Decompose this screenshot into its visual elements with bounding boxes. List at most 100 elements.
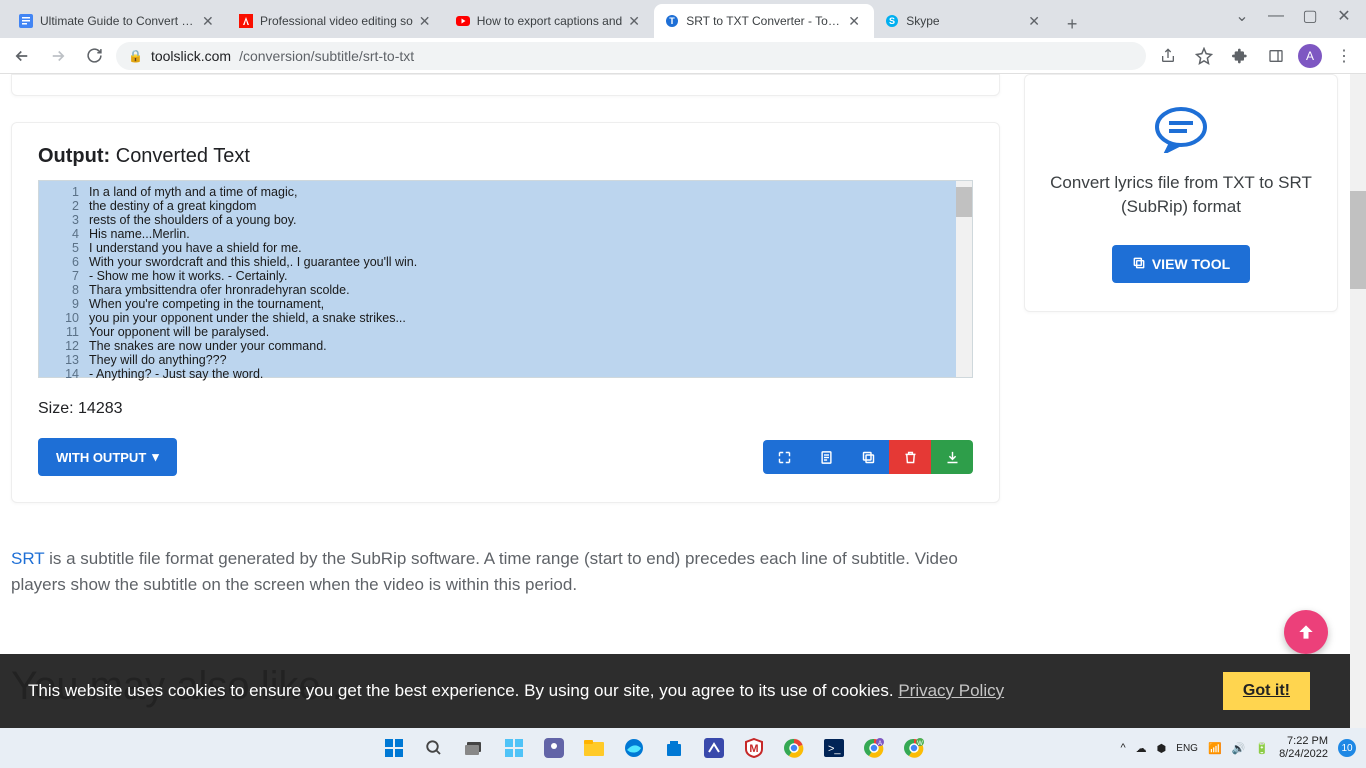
language-icon[interactable]: ENG (1176, 743, 1198, 754)
tab-title: Skype (906, 14, 1022, 28)
taskbar-apps: M >_ A W (380, 734, 928, 762)
omnibox[interactable]: 🔒 toolslick.com/conversion/subtitle/srt-… (116, 42, 1146, 70)
chat-icon (1153, 105, 1209, 153)
adobe-favicon-icon (238, 13, 254, 29)
new-tab-button[interactable]: + (1058, 10, 1086, 38)
wifi-icon[interactable]: 📶 (1208, 742, 1222, 755)
extensions-icon[interactable] (1226, 42, 1254, 70)
input-card-bottom (11, 74, 1000, 96)
delete-button[interactable] (889, 440, 931, 474)
size-label: Size: (38, 400, 78, 417)
tab-adobe[interactable]: Professional video editing so ✕ (228, 4, 445, 38)
close-icon[interactable]: ✕ (848, 13, 864, 29)
close-window-icon[interactable]: ✕ (1336, 8, 1352, 24)
taskbar: M >_ A W ^ ☁ ⬢ ENG 📶 🔊 🔋 7:22 PM 8/24/20… (0, 728, 1366, 768)
forward-button[interactable] (44, 42, 72, 70)
srt-link[interactable]: SRT (11, 549, 44, 568)
page-scroll-thumb[interactable] (1350, 191, 1366, 289)
share-icon[interactable] (1154, 42, 1182, 70)
related-tool-card: Convert lyrics file from TXT to SRT (Sub… (1024, 74, 1338, 312)
chrome2-icon[interactable]: A (860, 734, 888, 762)
cookie-text: This website uses cookies to ensure you … (28, 681, 1004, 701)
editor-scrollbar[interactable] (956, 181, 972, 377)
tab-youtube[interactable]: How to export captions and ✕ (445, 4, 654, 38)
with-output-label: WITH OUTPUT (56, 450, 146, 465)
address-bar: 🔒 toolslick.com/conversion/subtitle/srt-… (0, 38, 1366, 74)
tab-toolslick[interactable]: T SRT to TXT Converter - Tool S ✕ (654, 4, 874, 38)
output-action-buttons (763, 440, 973, 474)
close-icon[interactable]: ✕ (419, 13, 435, 29)
with-output-button[interactable]: WITH OUTPUT ▾ (38, 438, 177, 476)
profile-avatar[interactable]: A (1298, 44, 1322, 68)
security-icon[interactable]: ⬢ (1157, 742, 1167, 755)
url-host: toolslick.com (151, 48, 231, 64)
tab-skype[interactable]: S Skype ✕ (874, 4, 1054, 38)
bookmark-icon[interactable] (1190, 42, 1218, 70)
related-tool-text: Convert lyrics file from TXT to SRT (Sub… (1049, 171, 1313, 219)
tab-strip: Ultimate Guide to Convert SR ✕ Professio… (0, 0, 1366, 38)
sidebar: Convert lyrics file from TXT to SRT (Sub… (1024, 74, 1338, 312)
editor-scroll-thumb[interactable] (956, 187, 972, 217)
menu-icon[interactable]: ⋮ (1330, 42, 1358, 70)
chrome3-icon[interactable]: W (900, 734, 928, 762)
copy-button[interactable] (847, 440, 889, 474)
description-text: SRT is a subtitle file format generated … (11, 546, 981, 598)
output-editor[interactable]: 1234567891011121314 In a land of myth an… (38, 180, 973, 378)
edge-icon[interactable] (620, 734, 648, 762)
tab-title: SRT to TXT Converter - Tool S (686, 14, 842, 28)
maximize-icon[interactable]: ▢ (1302, 8, 1318, 24)
tab-docs[interactable]: Ultimate Guide to Convert SR ✕ (8, 4, 228, 38)
battery-icon[interactable]: 🔋 (1255, 742, 1269, 755)
start-icon[interactable] (380, 734, 408, 762)
sidepanel-icon[interactable] (1262, 42, 1290, 70)
back-button[interactable] (8, 42, 36, 70)
explorer-icon[interactable] (580, 734, 608, 762)
teams-icon[interactable] (540, 734, 568, 762)
clock[interactable]: 7:22 PM 8/24/2022 (1279, 735, 1328, 761)
copy-icon (1132, 256, 1146, 273)
taskview-icon[interactable] (460, 734, 488, 762)
reload-button[interactable] (80, 42, 108, 70)
close-icon[interactable]: ✕ (628, 13, 644, 29)
view-tool-button[interactable]: VIEW TOOL (1112, 245, 1250, 283)
skype-favicon-icon: S (884, 13, 900, 29)
url-path: /conversion/subtitle/srt-to-txt (239, 48, 414, 64)
search-icon[interactable] (420, 734, 448, 762)
toolslick-favicon-icon: T (664, 13, 680, 29)
output-heading-rest: Converted Text (110, 145, 250, 167)
svg-text:W: W (917, 741, 923, 747)
widgets-icon[interactable] (500, 734, 528, 762)
app1-icon[interactable] (700, 734, 728, 762)
mcafee-icon[interactable]: M (740, 734, 768, 762)
volume-icon[interactable]: 🔊 (1232, 742, 1246, 755)
notification-badge[interactable]: 10 (1338, 739, 1356, 757)
scroll-top-button[interactable] (1284, 610, 1328, 654)
tab-title: Professional video editing so (260, 14, 413, 28)
close-icon[interactable]: ✕ (202, 13, 218, 29)
download-button[interactable] (931, 440, 973, 474)
editor-code[interactable]: In a land of myth and a time of magic, t… (89, 181, 972, 377)
size-row: Size: 14283 (38, 400, 973, 418)
chrome1-icon[interactable] (780, 734, 808, 762)
chevron-down-icon[interactable]: ⌄ (1234, 8, 1250, 24)
editor-gutter: 1234567891011121314 (39, 181, 89, 377)
cookie-accept-button[interactable]: Got it! (1223, 672, 1310, 710)
svg-text:S: S (889, 16, 895, 26)
expand-button[interactable] (763, 440, 805, 474)
page-scrollbar[interactable] (1350, 74, 1366, 728)
output-heading: Output: Converted Text (38, 145, 973, 168)
store-icon[interactable] (660, 734, 688, 762)
tray-chevron-icon[interactable]: ^ (1121, 742, 1126, 754)
minimize-icon[interactable]: ― (1268, 8, 1284, 24)
description-body: is a subtitle file format generated by t… (11, 549, 958, 594)
privacy-link[interactable]: Privacy Policy (898, 681, 1004, 700)
close-icon[interactable]: ✕ (1028, 13, 1044, 29)
onedrive-icon[interactable]: ☁ (1136, 742, 1147, 755)
system-tray: ^ ☁ ⬢ ENG 📶 🔊 🔋 7:22 PM 8/24/2022 10 (1121, 735, 1366, 761)
view-button[interactable] (805, 440, 847, 474)
lock-icon: 🔒 (128, 49, 143, 63)
clock-date: 8/24/2022 (1279, 748, 1328, 761)
window-controls: ⌄ ― ▢ ✕ (1220, 0, 1366, 32)
terminal-icon[interactable]: >_ (820, 734, 848, 762)
svg-text:T: T (669, 16, 675, 26)
